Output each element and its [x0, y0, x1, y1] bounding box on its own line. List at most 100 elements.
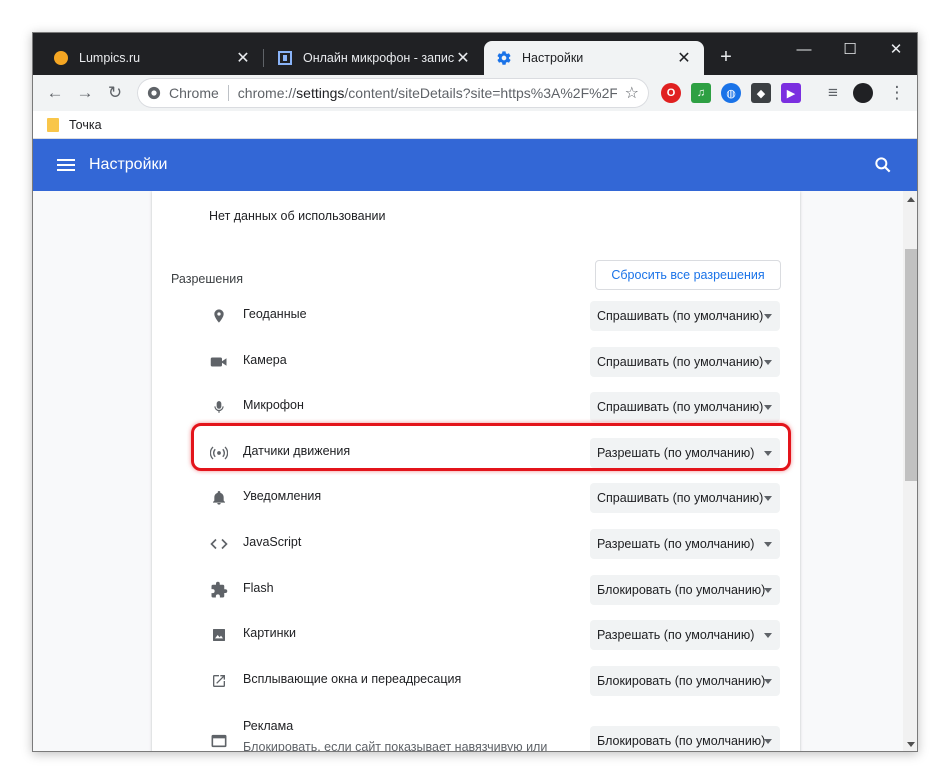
- permission-label: Реклама: [243, 719, 294, 733]
- bookmark-star-icon[interactable]: ☆: [625, 83, 639, 103]
- permission-select[interactable]: Спрашивать (по умолчанию): [590, 347, 780, 377]
- media-queue-icon[interactable]: ≡: [821, 81, 845, 105]
- scroll-down-arrow-icon[interactable]: [907, 742, 915, 747]
- tab-title: Онлайн микрофон - запись го: [303, 51, 455, 65]
- permission-row-flash: Flash Блокировать (по умолчанию): [152, 568, 800, 612]
- dropdown-arrow-icon: [764, 588, 772, 593]
- page-title: Настройки: [89, 156, 168, 173]
- permission-row-popups: Всплывающие окна и переадресация Блокиро…: [152, 659, 800, 703]
- settings-content: Нет данных об использовании Разрешения С…: [33, 191, 903, 751]
- page-scrollbar[interactable]: [903, 191, 917, 751]
- permission-value: Блокировать (по умолчанию): [597, 583, 766, 597]
- minimize-icon[interactable]: —: [781, 33, 827, 65]
- hamburger-menu-icon[interactable]: [57, 156, 75, 174]
- permission-select[interactable]: Спрашивать (по умолчанию): [590, 392, 780, 422]
- permission-row-images: Картинки Разрешать (по умолчанию): [152, 613, 800, 657]
- back-arrow-icon[interactable]: ←: [43, 81, 67, 105]
- folder-icon: [47, 117, 59, 132]
- permission-label: Микрофон: [243, 398, 304, 412]
- ads-icon: [209, 731, 229, 751]
- permissions-heading: Разрешения: [171, 272, 244, 286]
- permission-label: JavaScript: [243, 535, 302, 549]
- globe-extension-icon[interactable]: ◍: [721, 83, 741, 103]
- profile-avatar[interactable]: [853, 83, 873, 103]
- dropdown-arrow-icon: [764, 314, 772, 319]
- permission-select[interactable]: Разрешать (по умолчанию): [590, 620, 780, 650]
- tab-strip: Lumpics.ru ✕ Онлайн микрофон - запись го…: [33, 33, 917, 75]
- open-in-new-icon: [209, 671, 229, 691]
- dropdown-arrow-icon: [764, 360, 772, 365]
- settings-header: Настройки: [33, 139, 917, 191]
- permission-label: Картинки: [243, 626, 296, 640]
- tab-divider: [263, 49, 264, 67]
- tab-settings[interactable]: Настройки ✕: [484, 41, 704, 75]
- opera-extension-icon[interactable]: O: [661, 83, 681, 103]
- url-host: chrome://: [237, 85, 297, 101]
- permission-label: Всплывающие окна и переадресация: [243, 672, 462, 686]
- new-tab-plus-icon[interactable]: +: [715, 46, 737, 68]
- close-tab-icon[interactable]: ✕: [676, 50, 692, 67]
- omnibox-divider: [227, 85, 229, 101]
- permission-label: Геоданные: [243, 307, 307, 321]
- permission-select[interactable]: Блокировать (по умолчанию): [590, 575, 780, 605]
- url-rest: /content/siteDetails?site=https%3A%2F%2F…: [344, 85, 617, 101]
- lumpics-favicon-icon: [53, 50, 69, 66]
- close-tab-icon[interactable]: ✕: [455, 50, 471, 67]
- tab-lumpics[interactable]: Lumpics.ru ✕: [41, 41, 263, 75]
- bell-icon: [209, 488, 229, 508]
- dropdown-arrow-icon: [764, 405, 772, 410]
- permission-label: Камера: [243, 353, 287, 367]
- permission-row-location: Геоданные Спрашивать (по умолчанию): [152, 294, 800, 338]
- tab-online-microphone[interactable]: Онлайн микрофон - запись го ✕: [265, 41, 483, 75]
- url-path-bold: settings: [296, 85, 345, 101]
- dropdown-arrow-icon: [764, 542, 772, 547]
- chrome-logo-icon: [147, 86, 161, 100]
- bookmark-item-label[interactable]: Точка: [69, 118, 102, 132]
- usage-text: Нет данных об использовании: [209, 209, 386, 223]
- browser-window: Lumpics.ru ✕ Онлайн микрофон - запись го…: [32, 32, 918, 752]
- permission-row-javascript: JavaScript Разрешать (по умолчанию): [152, 522, 800, 566]
- image-icon: [209, 625, 229, 645]
- permission-select[interactable]: Разрешать (по умолчанию): [590, 529, 780, 559]
- scrollbar-thumb[interactable]: [905, 249, 917, 481]
- scroll-up-arrow-icon[interactable]: [907, 197, 915, 202]
- site-details-card: Нет данных об использовании Разрешения С…: [152, 191, 800, 751]
- permission-label: Уведомления: [243, 489, 322, 503]
- permission-label: Flash: [243, 581, 274, 595]
- permission-select[interactable]: Спрашивать (по умолчанию): [590, 483, 780, 513]
- search-icon[interactable]: [873, 155, 893, 175]
- puzzle-icon: [209, 580, 229, 600]
- close-tab-icon[interactable]: ✕: [235, 50, 251, 67]
- purple-extension-icon[interactable]: ▶: [781, 83, 801, 103]
- permission-value: Разрешать (по умолчанию): [597, 628, 755, 642]
- dropdown-arrow-icon: [764, 633, 772, 638]
- maximize-icon[interactable]: ☐: [827, 33, 873, 65]
- permission-select[interactable]: Спрашивать (по умолчанию): [590, 301, 780, 331]
- reload-icon[interactable]: ↻: [103, 81, 127, 105]
- tab-title: Lumpics.ru: [79, 51, 141, 65]
- close-window-icon[interactable]: ✕: [873, 33, 917, 65]
- browser-toolbar: ← → ↻ Chrome chrome://settings/content/s…: [33, 75, 917, 111]
- permission-select[interactable]: Блокировать (по умолчанию): [590, 726, 780, 751]
- permission-value: Разрешать (по умолчанию): [597, 537, 755, 551]
- screenshot-stage: Lumpics.ru ✕ Онлайн микрофон - запись го…: [0, 0, 950, 784]
- reset-permissions-button[interactable]: Сбросить все разрешения: [595, 260, 781, 290]
- dropdown-arrow-icon: [764, 496, 772, 501]
- more-menu-icon[interactable]: ⋮: [885, 81, 909, 105]
- permission-value: Блокировать (по умолчанию): [597, 674, 766, 688]
- forward-arrow-icon[interactable]: →: [73, 81, 97, 105]
- address-bar[interactable]: Chrome chrome://settings/content/siteDet…: [137, 78, 649, 108]
- permission-row-notifications: Уведомления Спрашивать (по умолчанию): [152, 476, 800, 520]
- permission-row-ads: Реклама Блокировать, если сайт показывае…: [152, 717, 800, 751]
- permission-select[interactable]: Блокировать (по умолчанию): [590, 666, 780, 696]
- tab-title: Настройки: [522, 51, 584, 65]
- dropdown-arrow-icon: [764, 679, 772, 684]
- permission-value: Спрашивать (по умолчанию): [597, 355, 764, 369]
- music-extension-icon[interactable]: ♫: [691, 83, 711, 103]
- microphone-highlight-frame: [191, 423, 791, 471]
- cube-extension-icon[interactable]: ◆: [751, 83, 771, 103]
- site-chip-label: Chrome: [169, 85, 219, 101]
- dropdown-arrow-icon: [764, 739, 772, 744]
- settings-gear-icon: [496, 50, 512, 66]
- url-text: chrome://settings/content/siteDetails?si…: [238, 85, 617, 101]
